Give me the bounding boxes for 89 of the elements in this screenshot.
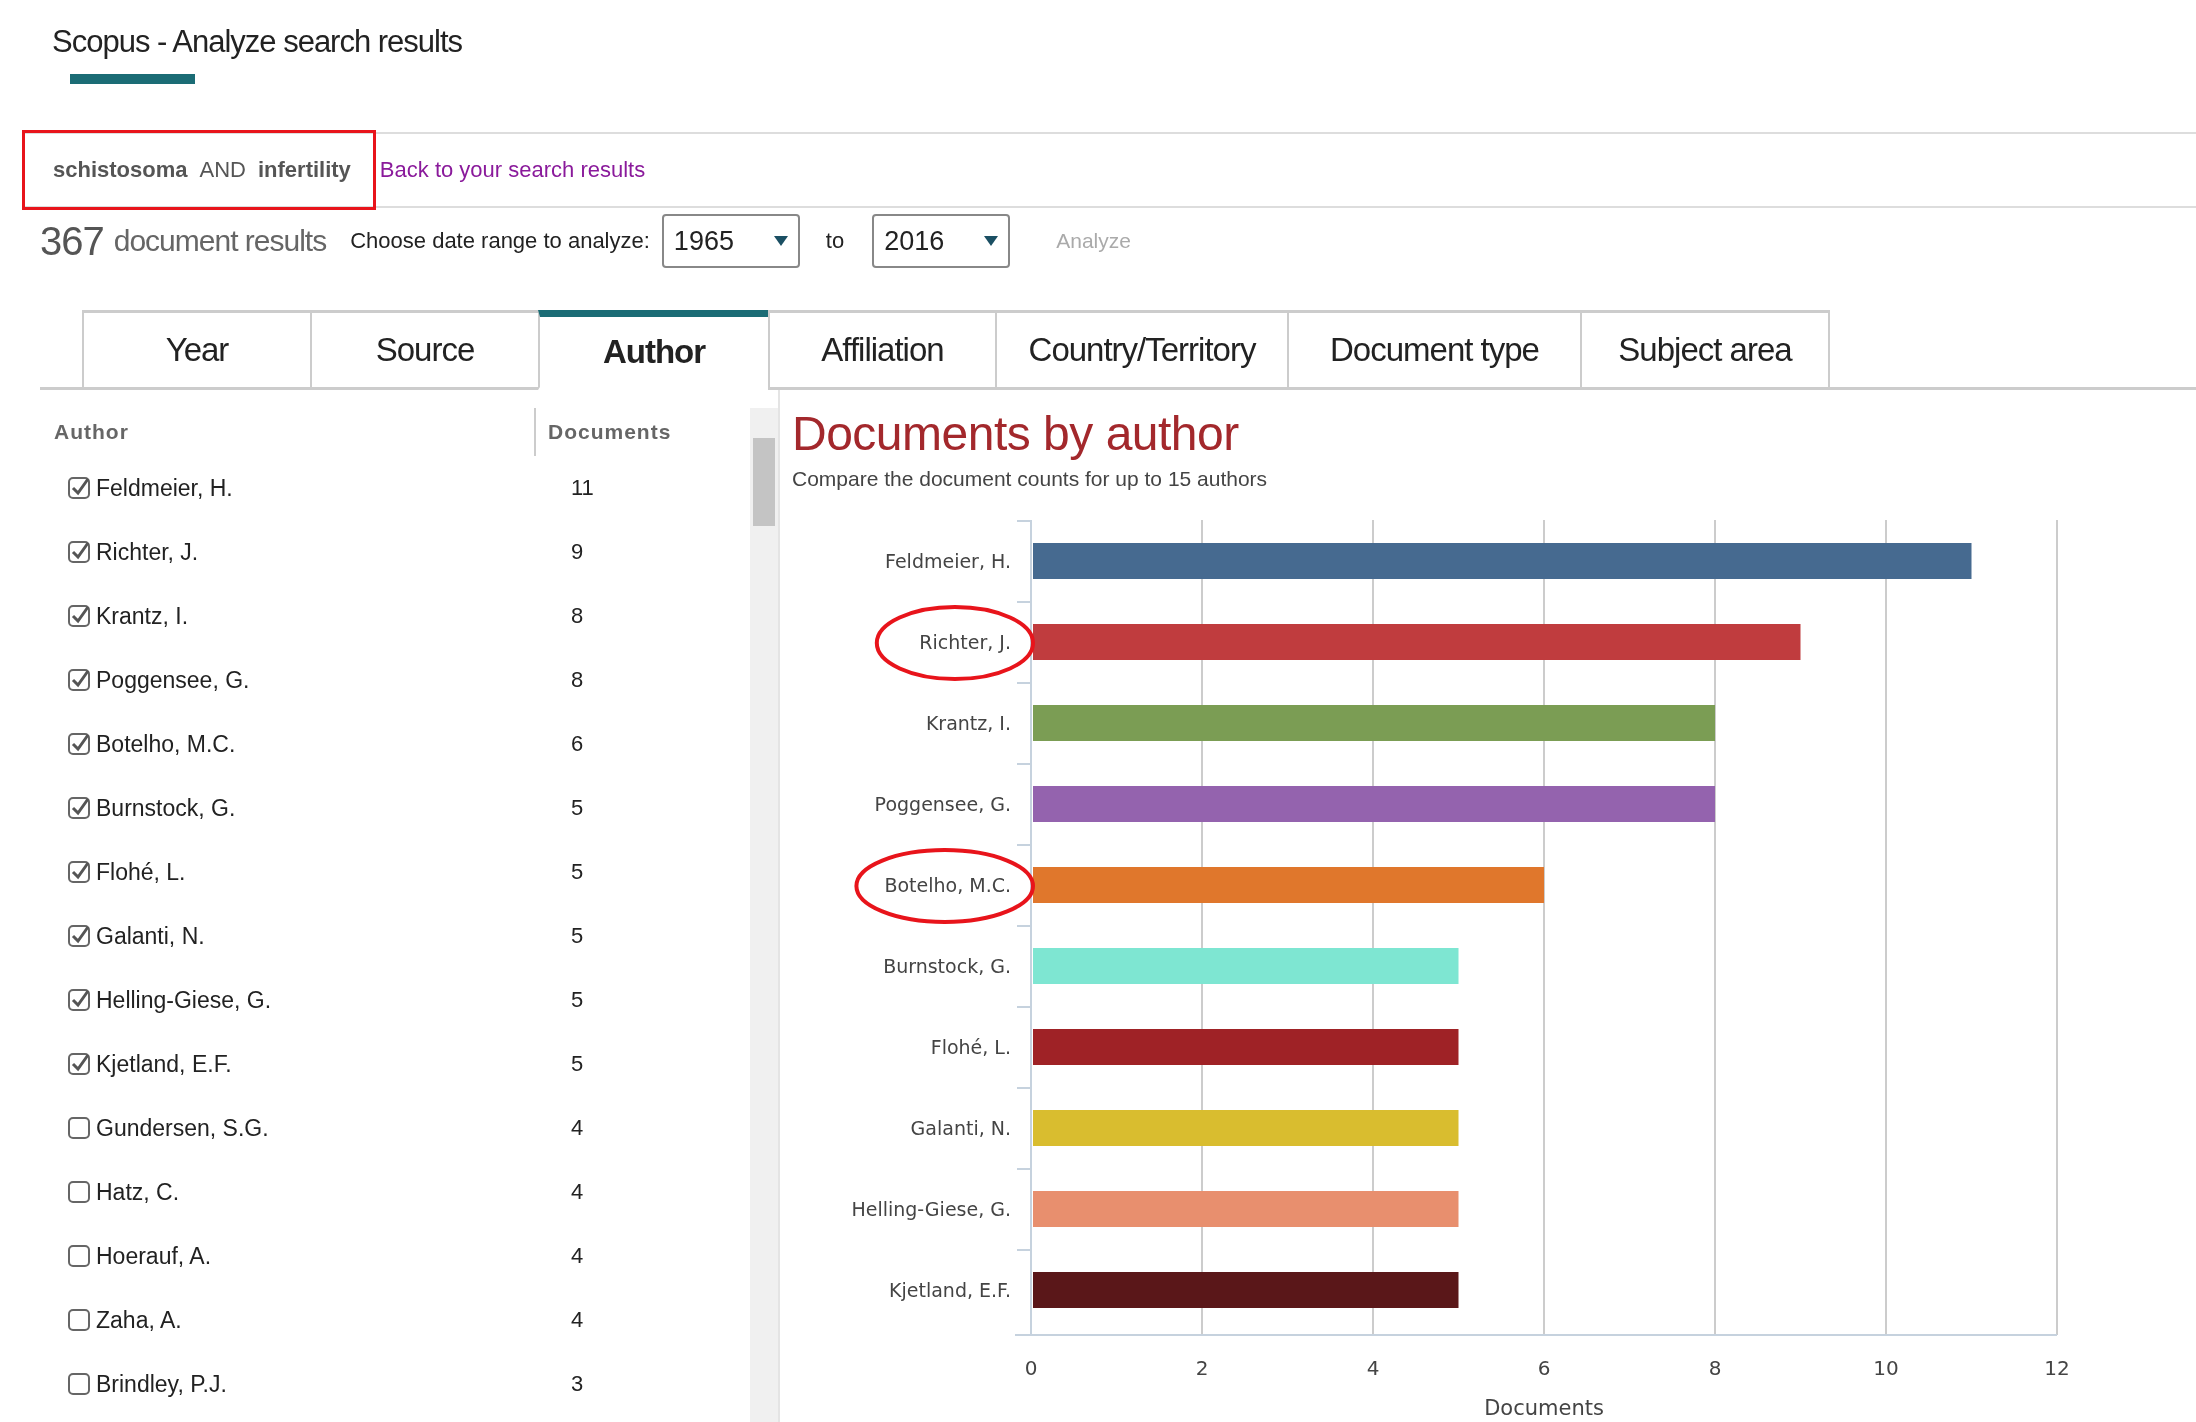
from-year-dropdown[interactable]: 1965 (661, 214, 800, 268)
checkbox[interactable] (68, 605, 90, 627)
document-count: 6 (570, 731, 584, 757)
category-label: Poggensee, G. (874, 793, 1011, 815)
document-count: 11 (570, 475, 594, 501)
document-count: 5 (570, 923, 584, 949)
tab[interactable]: Year (82, 310, 310, 390)
tick-label: 8 (1708, 1356, 1722, 1380)
chart-subtitle: Compare the document counts for up to 15 authors (792, 467, 1269, 491)
checkbox[interactable] (68, 1181, 90, 1203)
document-count: 4 (570, 1243, 584, 1269)
query-term: infertility (257, 157, 351, 183)
column-header: Author (53, 420, 130, 444)
tick-label: 12 (2044, 1356, 2070, 1380)
document-count: 5 (570, 1051, 584, 1077)
axis-title: Documents (1484, 1396, 1604, 1420)
scrollbar-thumb[interactable] (753, 438, 775, 526)
category-label: Feldmeier, H. (885, 550, 1011, 572)
document-count: 4 (570, 1115, 584, 1141)
tab[interactable]: Author (538, 310, 768, 390)
author-name: Burnstock, G. (96, 794, 237, 822)
tick-label: 10 (1873, 1356, 1899, 1380)
tick-label: 6 (1537, 1356, 1551, 1380)
category-label: Botelho, M.C. (884, 874, 1011, 896)
category-label: Burnstock, G. (883, 955, 1011, 977)
category-label: Kjetland, E.F. (889, 1279, 1011, 1301)
category-label: Helling-Giese, G. (851, 1198, 1011, 1220)
author-name: Brindley, P.J. (96, 1370, 228, 1398)
checkbox[interactable] (68, 1373, 90, 1395)
checkbox[interactable] (68, 541, 90, 563)
category-label: Krantz, I. (925, 712, 1011, 734)
checkbox[interactable] (68, 1117, 90, 1139)
checkbox[interactable] (68, 861, 90, 883)
author-name: Krantz, I. (96, 602, 190, 630)
checkbox[interactable] (68, 925, 90, 947)
document-count: 4 (570, 1179, 584, 1205)
author-name: Kjetland, E.F. (96, 1050, 233, 1078)
tick-label: 2 (1195, 1356, 1209, 1380)
query-operator: AND (199, 157, 246, 183)
author-name: Hatz, C. (96, 1178, 181, 1206)
document-count: 3 (570, 1371, 584, 1397)
chart-title: Documents by author (792, 406, 1240, 461)
checkbox[interactable] (68, 477, 90, 499)
date-range-label: Choose date range to analyze: (350, 228, 650, 254)
category-label: Galanti, N. (910, 1117, 1011, 1139)
author-name: Hoerauf, A. (96, 1242, 213, 1270)
author-name: Gundersen, S.G. (96, 1114, 270, 1142)
back-link[interactable]: Back to your search results (379, 157, 646, 183)
checkbox[interactable] (68, 1309, 90, 1331)
document-count: 8 (570, 603, 584, 629)
checkbox[interactable] (68, 797, 90, 819)
author-name: Richter, J. (96, 538, 200, 566)
author-name: Feldmeier, H. (96, 474, 234, 502)
category-label: Richter, J. (919, 631, 1011, 653)
to-label: to (825, 228, 845, 254)
result-label: document results (113, 224, 327, 258)
document-count: 9 (570, 539, 584, 565)
author-name: Botelho, M.C. (96, 730, 237, 758)
tab[interactable]: Source (310, 310, 538, 390)
document-count: 5 (570, 987, 584, 1013)
checkbox[interactable] (68, 669, 90, 691)
checkbox[interactable] (68, 733, 90, 755)
query-term: schistosoma (53, 157, 188, 183)
document-count: 4 (570, 1307, 584, 1333)
category-label: Flohé, L. (930, 1036, 1011, 1058)
tab[interactable]: Document type (1287, 310, 1580, 390)
author-name: Flohé, L. (96, 858, 187, 886)
dropdown-caret-icon (773, 236, 788, 246)
tick-label: 0 (1024, 1356, 1038, 1380)
document-count: 8 (570, 667, 584, 693)
author-name: Poggensee, G. (96, 666, 251, 694)
result-count: 367 (40, 218, 104, 264)
page-title: Scopus - Analyze search results (52, 24, 464, 60)
checkbox[interactable] (68, 1053, 90, 1075)
checkbox[interactable] (68, 1245, 90, 1267)
document-count: 5 (570, 795, 584, 821)
document-count: 5 (570, 859, 584, 885)
to-year-dropdown[interactable]: 2016 (872, 214, 1011, 268)
tab[interactable]: Country/Territory (995, 310, 1287, 390)
tab[interactable]: Subject area (1580, 310, 1830, 390)
tick-label: 4 (1366, 1356, 1380, 1380)
author-name: Zaha, A. (96, 1306, 183, 1334)
tab[interactable]: Affiliation (768, 310, 995, 390)
author-name: Galanti, N. (96, 922, 206, 950)
dropdown-caret-icon (984, 236, 999, 246)
checkbox[interactable] (68, 989, 90, 1011)
author-name: Helling-Giese, G. (96, 986, 273, 1014)
column-header: Documents (534, 408, 672, 456)
scrollbar[interactable] (750, 408, 778, 1422)
